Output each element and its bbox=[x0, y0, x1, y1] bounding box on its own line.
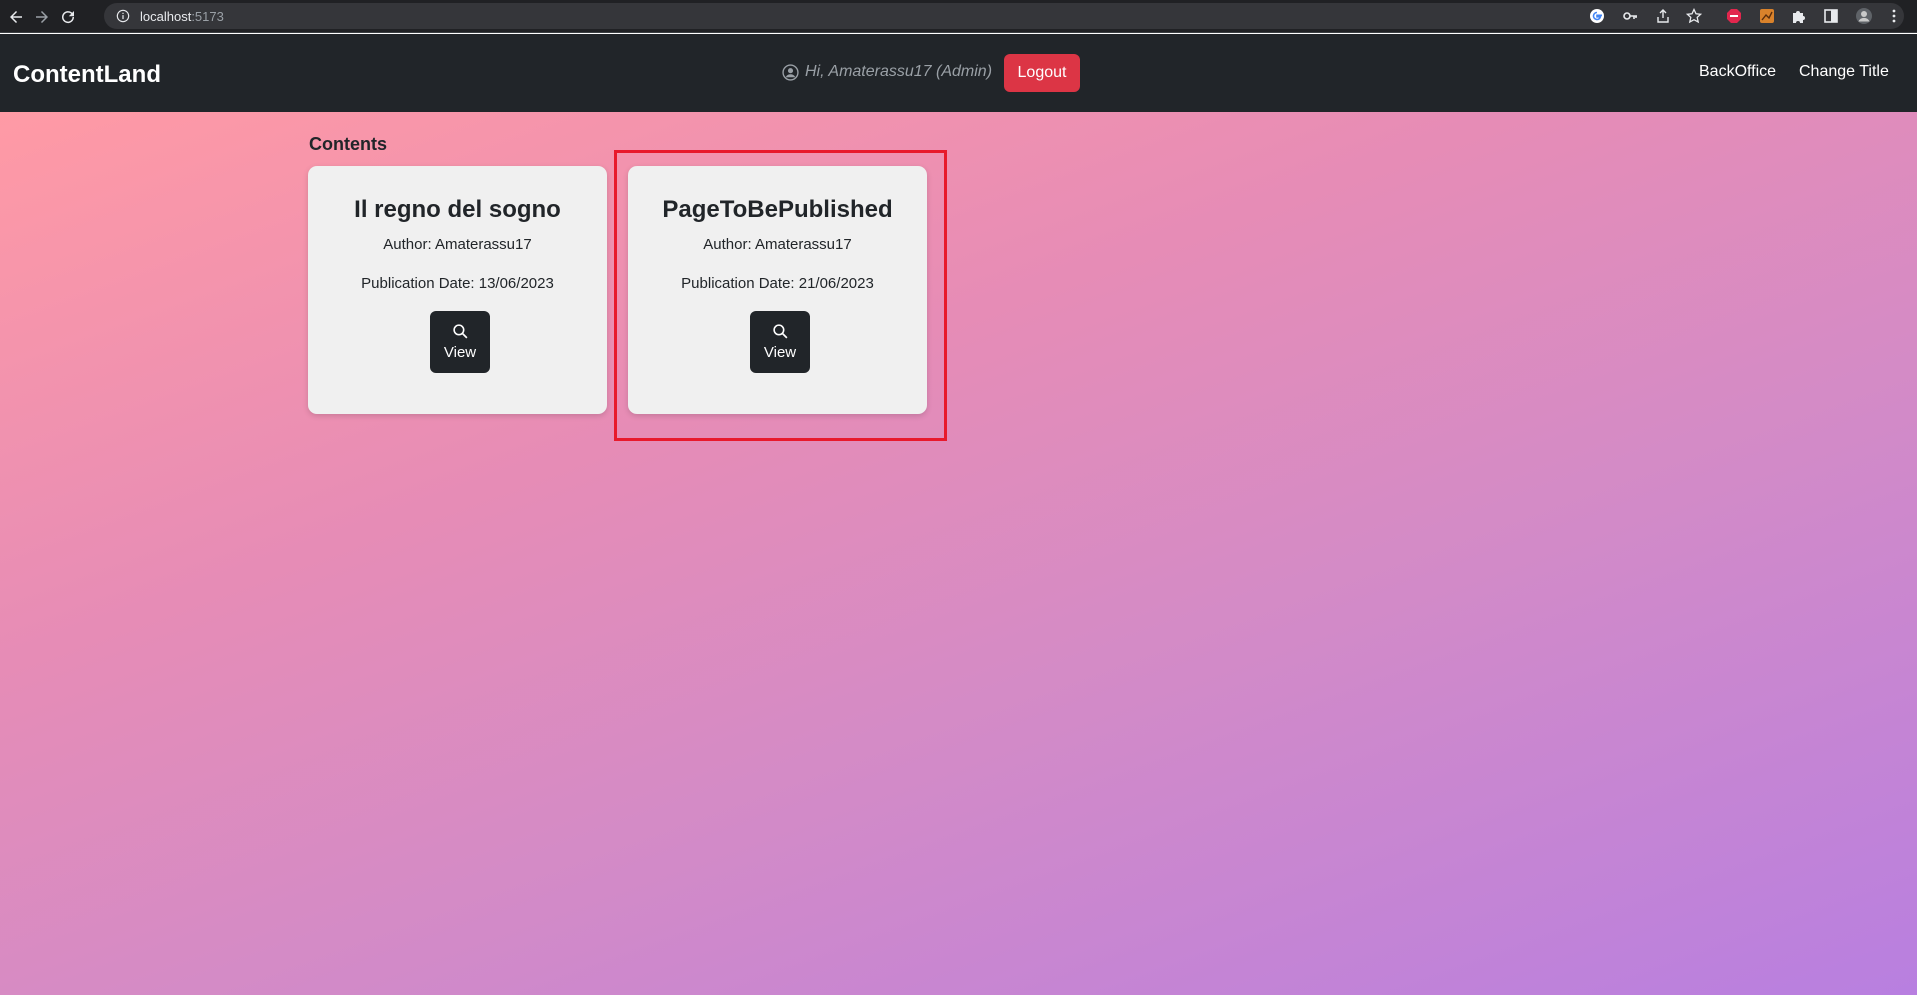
highlight-box bbox=[614, 150, 947, 441]
browser-toolbar: localhost:5173 bbox=[0, 0, 1917, 33]
app-navbar: ContentLand Hi, Amaterassu17 (Admin) Log… bbox=[0, 34, 1917, 112]
reload-icon[interactable] bbox=[56, 5, 80, 29]
adblock-icon[interactable] bbox=[1725, 7, 1743, 25]
puzzle-extensions-icon[interactable] bbox=[1790, 7, 1808, 25]
greeting-text: Hi, Amaterassu17 (Admin) bbox=[805, 63, 993, 80]
user-greeting: Hi, Amaterassu17 (Admin) bbox=[782, 63, 992, 81]
share-icon[interactable] bbox=[1654, 7, 1672, 25]
card-title: Il regno del sogno bbox=[354, 196, 561, 223]
extension-chart-icon[interactable] bbox=[1758, 7, 1776, 25]
google-icon[interactable] bbox=[1588, 7, 1606, 25]
nav-link-backoffice[interactable]: BackOffice bbox=[1699, 63, 1776, 81]
profile-avatar-icon[interactable] bbox=[1855, 7, 1873, 25]
nav-link-change-title[interactable]: Change Title bbox=[1799, 63, 1889, 81]
forward-arrow-icon[interactable] bbox=[30, 5, 54, 29]
brand-logo[interactable]: ContentLand bbox=[13, 61, 161, 89]
back-arrow-icon[interactable] bbox=[4, 5, 28, 29]
section-title: Contents bbox=[309, 134, 387, 154]
url-text: localhost:5173 bbox=[140, 9, 224, 24]
user-circle-icon bbox=[782, 63, 799, 81]
logout-button[interactable]: Logout bbox=[1004, 54, 1080, 92]
info-icon[interactable] bbox=[116, 9, 130, 23]
content-card: Il regno del sogno Author: Amaterassu17 … bbox=[308, 166, 607, 414]
card-publication-date: Publication Date: 13/06/2023 bbox=[361, 275, 554, 292]
bookmark-star-icon[interactable] bbox=[1685, 7, 1703, 25]
main-content: Contents Il regno del sogno Author: Amat… bbox=[0, 112, 1917, 995]
view-button-label: View bbox=[443, 344, 477, 361]
card-author: Author: Amaterassu17 bbox=[383, 236, 532, 253]
key-icon[interactable] bbox=[1621, 7, 1639, 25]
side-panel-icon[interactable] bbox=[1822, 7, 1840, 25]
search-icon bbox=[452, 324, 467, 339]
view-button[interactable]: View bbox=[430, 311, 490, 373]
menu-dots-icon[interactable] bbox=[1885, 7, 1903, 25]
